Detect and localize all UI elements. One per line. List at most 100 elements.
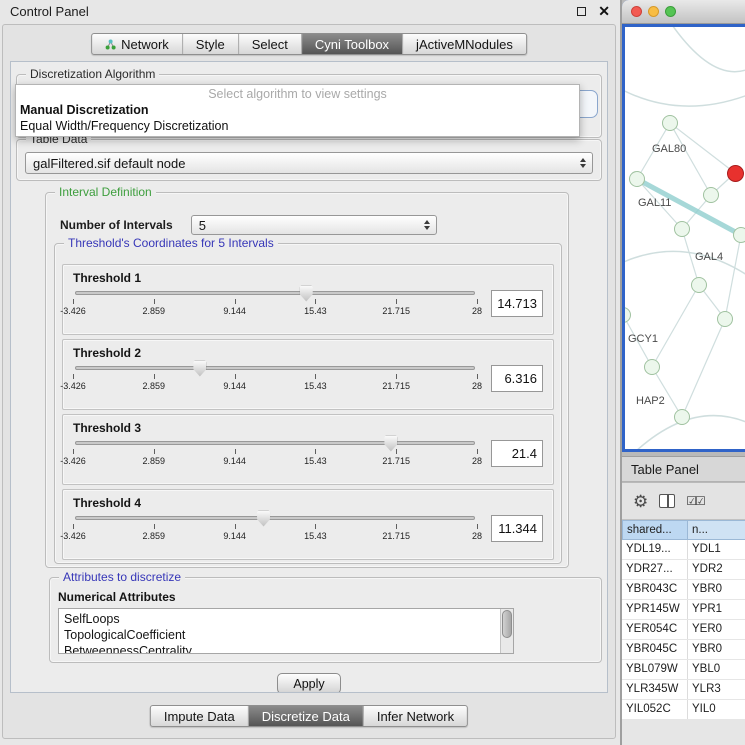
- slider-tick: [477, 449, 478, 454]
- dropdown-option[interactable]: Equal Width/Frequency Discretization: [16, 118, 579, 134]
- tab-network[interactable]: Network: [92, 34, 183, 54]
- threshold-3-slider[interactable]: -3.4262.8599.14415.4321.71528: [73, 441, 477, 467]
- scrollbar-thumb[interactable]: [502, 610, 512, 638]
- slider-tick: [396, 374, 397, 379]
- network-node[interactable]: [674, 221, 690, 237]
- threshold-2-slider[interactable]: -3.4262.8599.14415.4321.71528: [73, 366, 477, 392]
- table-row[interactable]: YBL079WYBL0: [622, 660, 745, 680]
- network-node-label: GCY1: [628, 333, 658, 345]
- list-item[interactable]: SelfLoops: [61, 611, 513, 627]
- table-row[interactable]: YER054CYER0: [622, 620, 745, 640]
- network-node-label: GAL80: [652, 143, 686, 155]
- table-row[interactable]: YIL052CYIL0: [622, 700, 745, 720]
- slider-tick-label: 9.144: [223, 531, 246, 541]
- tab-infer-network[interactable]: Infer Network: [364, 706, 467, 726]
- node-table-body: YDL19...YDL1YDR27...YDR2YBR043CYBR0YPR14…: [622, 540, 745, 720]
- table-cell: YBL079W: [622, 660, 688, 679]
- apply-button[interactable]: Apply: [277, 673, 341, 693]
- column-header-name[interactable]: n...: [688, 520, 745, 540]
- table-row[interactable]: YLR345WYLR3: [622, 680, 745, 700]
- network-node[interactable]: [629, 171, 645, 187]
- network-node[interactable]: [691, 277, 707, 293]
- column-header-shared-name[interactable]: shared...: [622, 520, 688, 540]
- table-row[interactable]: YDR27...YDR2: [622, 560, 745, 580]
- slider-tick: [73, 524, 74, 529]
- threshold-3-value-input[interactable]: [491, 440, 543, 467]
- table-data-group: Table Data galFiltered.sif default node: [16, 139, 602, 181]
- group-title: Discretization Algorithm: [26, 67, 159, 81]
- slider-tick: [315, 299, 316, 304]
- slider-ticks: [73, 299, 477, 306]
- thresholds-coordinates-group: Threshold's Coordinates for 5 Intervals …: [54, 243, 562, 564]
- number-of-intervals-row: Number of Intervals 5: [46, 193, 568, 235]
- tab-jactivemnodules[interactable]: jActiveMNodules: [403, 34, 526, 54]
- network-node[interactable]: [733, 227, 745, 243]
- threshold-4-value-input[interactable]: [491, 515, 543, 542]
- slider-track[interactable]: [75, 516, 475, 520]
- slider-tick-label: 9.144: [223, 306, 246, 316]
- tab-discretize-data[interactable]: Discretize Data: [249, 706, 364, 726]
- table-cell: YPR1: [688, 600, 745, 619]
- threshold-label: Threshold 4: [73, 496, 543, 510]
- tab-impute-data[interactable]: Impute Data: [151, 706, 249, 726]
- combobox-arrows-icon: [576, 158, 592, 168]
- threshold-label: Threshold 3: [73, 421, 543, 435]
- table-row[interactable]: YPR145WYPR1: [622, 600, 745, 620]
- tab-select[interactable]: Select: [239, 34, 302, 54]
- tab-label: jActiveMNodules: [416, 37, 513, 52]
- network-node[interactable]: [703, 187, 719, 203]
- threshold-label: Threshold 1: [73, 271, 543, 285]
- number-of-intervals-combobox[interactable]: 5: [191, 215, 437, 235]
- threshold-2-panel: Threshold 2 -3.4262.8599.14415.4321.7152…: [62, 339, 554, 410]
- slider-tick-label: 28: [472, 381, 482, 391]
- tab-cyni-toolbox[interactable]: Cyni Toolbox: [302, 34, 403, 54]
- list-item[interactable]: BetweennessCentrality: [61, 643, 513, 654]
- number-of-intervals-label: Number of Intervals: [60, 218, 173, 232]
- slider-tick: [154, 449, 155, 454]
- table-row[interactable]: YBR045CYBR0: [622, 640, 745, 660]
- threshold-1-value-input[interactable]: [491, 290, 543, 317]
- tab-label: Network: [121, 37, 169, 52]
- columns-icon[interactable]: [659, 494, 675, 508]
- slider-ticks: [73, 524, 477, 531]
- network-canvas[interactable]: GAL80GAL11GAL4GCY1HAP2: [625, 27, 745, 449]
- network-node[interactable]: [644, 359, 660, 375]
- network-node[interactable]: [674, 409, 690, 425]
- select-all-checks-icon[interactable]: ☑☑: [686, 494, 704, 508]
- slider-tick-label: 15.43: [304, 381, 327, 391]
- table-cell: YBR045C: [622, 640, 688, 659]
- slider-tick-label: 15.43: [304, 306, 327, 316]
- table-panel-title: Table Panel: [622, 456, 745, 482]
- threshold-1-slider[interactable]: -3.4262.8599.14415.4321.71528: [73, 291, 477, 317]
- threshold-1-panel: Threshold 1 -3.4262.8599.14415.4321.7152…: [62, 264, 554, 335]
- table-data-combobox[interactable]: galFiltered.sif default node: [25, 152, 593, 174]
- dropdown-option[interactable]: Manual Discretization: [16, 102, 579, 118]
- numerical-attributes-list[interactable]: SelfLoopsTopologicalCoefficientBetweenne…: [58, 608, 514, 654]
- zoom-traffic-light[interactable]: [665, 6, 676, 17]
- close-icon[interactable]: ✕: [598, 4, 610, 18]
- threshold-label: Threshold 2: [73, 346, 543, 360]
- tab-label: Cyni Toolbox: [315, 37, 389, 52]
- network-node[interactable]: [662, 115, 678, 131]
- slider-track[interactable]: [75, 366, 475, 370]
- slider-tick: [477, 374, 478, 379]
- slider-tick: [235, 524, 236, 529]
- slider-track[interactable]: [75, 441, 475, 445]
- gear-icon[interactable]: ⚙: [633, 493, 648, 510]
- close-traffic-light[interactable]: [631, 6, 642, 17]
- threshold-4-slider[interactable]: -3.4262.8599.14415.4321.71528: [73, 516, 477, 542]
- table-row[interactable]: YDL19...YDL1: [622, 540, 745, 560]
- minimize-traffic-light[interactable]: [648, 6, 659, 17]
- network-node-label: GAL4: [695, 251, 723, 263]
- threshold-2-value-input[interactable]: [491, 365, 543, 392]
- table-panel: ⚙ ☑☑ shared... n... YDL19...YDL1YDR27...…: [622, 483, 745, 745]
- table-row[interactable]: YBR043CYBR0: [622, 580, 745, 600]
- network-node-red[interactable]: [727, 165, 744, 182]
- float-window-icon[interactable]: [577, 7, 586, 16]
- table-cell: YIL052C: [622, 700, 688, 719]
- slider-track[interactable]: [75, 291, 475, 295]
- tab-style[interactable]: Style: [183, 34, 239, 54]
- network-node[interactable]: [717, 311, 733, 327]
- list-scrollbar[interactable]: [500, 609, 513, 653]
- list-item[interactable]: TopologicalCoefficient: [61, 627, 513, 643]
